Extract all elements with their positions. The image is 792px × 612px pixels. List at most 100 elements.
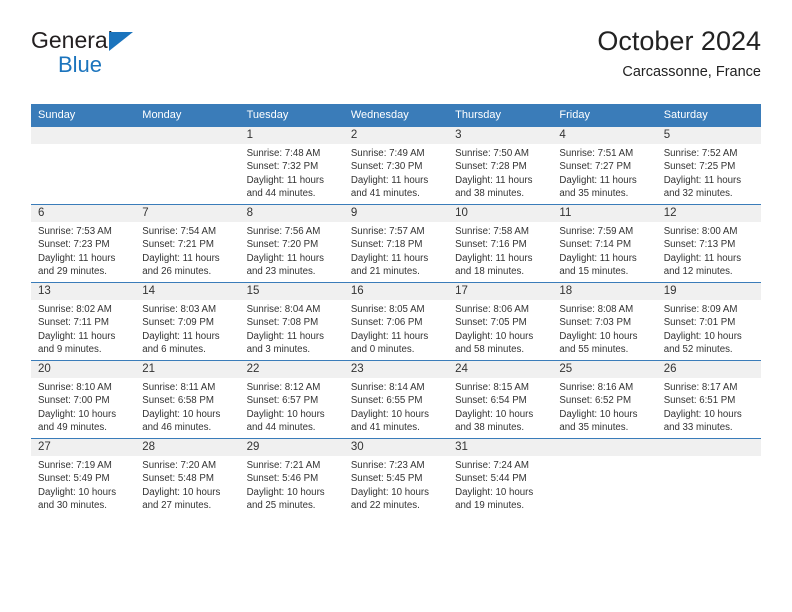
- calendar-day-cell[interactable]: 26 Sunrise: 8:17 AM Sunset: 6:51 PM Dayligh…: [656, 360, 761, 439]
- day-cell-content: 19 Sunrise: 8:09 AM Sunset: 7:01 PM Dayligh…: [656, 283, 761, 360]
- sunrise-text: Sunrise: 7:49 AM: [350, 148, 425, 159]
- calendar-week-row: 13 Sunrise: 8:02 AM Sunset: 7:11 PM Dayligh…: [31, 282, 761, 361]
- calendar-day-cell[interactable]: 29 Sunrise: 7:21 AM Sunset: 5:46 PM Dayligh…: [239, 438, 344, 517]
- calendar-day-cell[interactable]: 17 Sunrise: 8:06 AM Sunset: 7:05 PM Dayligh…: [448, 282, 553, 361]
- day-cell-content: 12 Sunrise: 8:00 AM Sunset: 7:13 PM Dayligh…: [656, 205, 761, 282]
- daylight-text: Daylight: 11 hours and 29 minutes.: [38, 252, 116, 277]
- calendar-day-cell[interactable]: [31, 126, 136, 205]
- day-cell-content: 30 Sunrise: 7:23 AM Sunset: 5:45 PM Dayligh…: [343, 439, 449, 517]
- calendar-day-cell[interactable]: 1 Sunrise: 7:48 AM Sunset: 7:32 PM Daylight…: [239, 126, 344, 205]
- sunrise-text: Sunrise: 7:24 AM: [455, 460, 529, 471]
- calendar-week-row: 1 Sunrise: 7:48 AM Sunset: 7:32 PM Daylight…: [31, 126, 761, 205]
- calendar-day-cell[interactable]: 14 Sunrise: 8:03 AM Sunset: 7:09 PM Dayligh…: [135, 282, 240, 361]
- calendar-day-cell[interactable]: 21 Sunrise: 8:11 AM Sunset: 6:58 PM Dayligh…: [135, 360, 240, 439]
- day-details: Sunrise: 8:11 AM Sunset: 6:58 PM Daylight:…: [135, 378, 239, 434]
- daylight-text: Daylight: 11 hours and 41 minutes.: [350, 174, 429, 199]
- day-cell-content: 27 Sunrise: 7:19 AM Sunset: 5:49 PM Dayligh…: [31, 439, 136, 517]
- calendar-week-row: 6 Sunrise: 7:53 AM Sunset: 7:23 PM Daylight…: [31, 204, 761, 283]
- daylight-text: Daylight: 11 hours and 3 minutes.: [246, 330, 324, 355]
- sunset-text: Sunset: 7:14 PM: [559, 239, 632, 251]
- day-number: 11: [552, 205, 657, 222]
- weekday-header-row: Sunday Monday Tuesday Wednesday Thursday…: [31, 104, 761, 127]
- calendar-day-cell[interactable]: 12 Sunrise: 8:00 AM Sunset: 7:13 PM Dayligh…: [656, 204, 761, 283]
- calendar-day-cell[interactable]: 15 Sunrise: 8:04 AM Sunset: 7:08 PM Dayligh…: [239, 282, 344, 361]
- day-cell-content: 23 Sunrise: 8:14 AM Sunset: 6:55 PM Dayligh…: [343, 361, 449, 438]
- calendar-day-cell[interactable]: 28 Sunrise: 7:20 AM Sunset: 5:48 PM Dayligh…: [135, 438, 240, 517]
- day-details: Sunrise: 7:56 AM Sunset: 7:20 PM Daylight:…: [240, 222, 344, 278]
- day-details: Sunrise: 8:05 AM Sunset: 7:06 PM Daylight:…: [344, 300, 448, 356]
- calendar-day-cell[interactable]: 4 Sunrise: 7:51 AM Sunset: 7:27 PM Daylight…: [552, 126, 657, 205]
- page-subtitle: Carcassonne, France: [622, 64, 761, 80]
- daylight-text: Daylight: 10 hours and 22 minutes.: [350, 486, 429, 511]
- day-cell-content: 17 Sunrise: 8:06 AM Sunset: 7:05 PM Dayligh…: [448, 283, 553, 360]
- daylight-text: Daylight: 10 hours and 30 minutes.: [38, 486, 117, 511]
- daylight-text: Daylight: 10 hours and 19 minutes.: [455, 486, 534, 511]
- calendar-day-cell[interactable]: 27 Sunrise: 7:19 AM Sunset: 5:49 PM Dayligh…: [31, 438, 136, 517]
- calendar-day-cell[interactable]: 13 Sunrise: 8:02 AM Sunset: 7:11 PM Dayligh…: [31, 282, 136, 361]
- daylight-text: Daylight: 11 hours and 32 minutes.: [663, 174, 742, 199]
- day-details: Sunrise: 7:20 AM Sunset: 5:48 PM Daylight:…: [135, 456, 239, 512]
- day-number: 29: [239, 439, 344, 456]
- daylight-text: Daylight: 11 hours and 9 minutes.: [38, 330, 116, 355]
- daylight-text: Daylight: 10 hours and 46 minutes.: [142, 408, 221, 433]
- calendar-day-cell[interactable]: 25 Sunrise: 8:16 AM Sunset: 6:52 PM Dayligh…: [552, 360, 657, 439]
- daylight-text: Daylight: 11 hours and 0 minutes.: [350, 330, 429, 355]
- calendar-day-cell[interactable]: 19 Sunrise: 8:09 AM Sunset: 7:01 PM Dayligh…: [656, 282, 761, 361]
- brand-logo[interactable]: General Blue: [31, 28, 291, 76]
- calendar-day-cell[interactable]: [135, 126, 240, 205]
- calendar-day-cell[interactable]: [552, 438, 657, 517]
- sunrise-text: Sunrise: 7:48 AM: [246, 148, 321, 159]
- calendar-day-cell[interactable]: 7 Sunrise: 7:54 AM Sunset: 7:21 PM Daylight…: [135, 204, 240, 283]
- sunrise-text: Sunrise: 8:16 AM: [559, 382, 634, 393]
- sunrise-text: Sunrise: 7:21 AM: [246, 460, 321, 471]
- day-number: 26: [656, 361, 761, 378]
- day-details: [552, 456, 656, 459]
- calendar-day-cell[interactable]: 3 Sunrise: 7:50 AM Sunset: 7:28 PM Daylight…: [448, 126, 553, 205]
- day-cell-content: 18 Sunrise: 8:08 AM Sunset: 7:03 PM Dayligh…: [552, 283, 657, 360]
- day-number: 2: [343, 127, 449, 144]
- calendar-day-cell[interactable]: 30 Sunrise: 7:23 AM Sunset: 5:45 PM Dayligh…: [343, 438, 449, 517]
- daylight-text: Daylight: 11 hours and 15 minutes.: [559, 252, 637, 277]
- sunset-text: Sunset: 6:52 PM: [559, 395, 632, 407]
- calendar-day-cell[interactable]: 11 Sunrise: 7:59 AM Sunset: 7:14 PM Dayligh…: [552, 204, 657, 283]
- daylight-text: Daylight: 11 hours and 12 minutes.: [663, 252, 742, 277]
- sunset-text: Sunset: 7:06 PM: [350, 317, 423, 329]
- weekday-header-sunday: Sunday: [31, 104, 136, 127]
- calendar-day-cell[interactable]: 10 Sunrise: 7:58 AM Sunset: 7:16 PM Dayligh…: [448, 204, 553, 283]
- calendar-body: 1 Sunrise: 7:48 AM Sunset: 7:32 PM Daylight…: [31, 126, 761, 517]
- calendar-day-cell[interactable]: 23 Sunrise: 8:14 AM Sunset: 6:55 PM Dayligh…: [343, 360, 449, 439]
- calendar-day-cell[interactable]: 5 Sunrise: 7:52 AM Sunset: 7:25 PM Daylight…: [656, 126, 761, 205]
- calendar-day-cell[interactable]: 16 Sunrise: 8:05 AM Sunset: 7:06 PM Dayligh…: [343, 282, 449, 361]
- calendar-day-cell[interactable]: 24 Sunrise: 8:15 AM Sunset: 6:54 PM Dayligh…: [448, 360, 553, 439]
- calendar-day-cell[interactable]: 2 Sunrise: 7:49 AM Sunset: 7:30 PM Daylight…: [343, 126, 449, 205]
- calendar-day-cell[interactable]: 8 Sunrise: 7:56 AM Sunset: 7:20 PM Daylight…: [239, 204, 344, 283]
- day-details: Sunrise: 7:51 AM Sunset: 7:27 PM Daylight:…: [552, 144, 656, 200]
- day-number: 10: [448, 205, 553, 222]
- weekday-header-saturday: Saturday: [656, 104, 761, 127]
- sunrise-text: Sunrise: 8:09 AM: [663, 304, 738, 315]
- calendar-day-cell[interactable]: [656, 438, 761, 517]
- daylight-text: Daylight: 11 hours and 21 minutes.: [350, 252, 429, 277]
- day-cell-content: 7 Sunrise: 7:54 AM Sunset: 7:21 PM Daylight…: [135, 205, 240, 282]
- day-number: 5: [656, 127, 761, 144]
- calendar-day-cell[interactable]: 22 Sunrise: 8:12 AM Sunset: 6:57 PM Dayligh…: [239, 360, 344, 439]
- day-number: 28: [135, 439, 240, 456]
- day-number: 1: [239, 127, 344, 144]
- day-details: Sunrise: 7:57 AM Sunset: 7:18 PM Daylight:…: [344, 222, 448, 278]
- day-details: Sunrise: 7:52 AM Sunset: 7:25 PM Daylight:…: [657, 144, 761, 200]
- calendar-day-cell[interactable]: 31 Sunrise: 7:24 AM Sunset: 5:44 PM Dayligh…: [448, 438, 553, 517]
- day-number: 23: [343, 361, 449, 378]
- day-cell-content: 31 Sunrise: 7:24 AM Sunset: 5:44 PM Dayligh…: [448, 439, 553, 517]
- calendar-day-cell[interactable]: 6 Sunrise: 7:53 AM Sunset: 7:23 PM Daylight…: [31, 204, 136, 283]
- day-number: 15: [239, 283, 344, 300]
- sunset-text: Sunset: 7:16 PM: [455, 239, 527, 251]
- day-cell-content: 28 Sunrise: 7:20 AM Sunset: 5:48 PM Dayligh…: [135, 439, 240, 517]
- calendar-day-cell[interactable]: 18 Sunrise: 8:08 AM Sunset: 7:03 PM Dayligh…: [552, 282, 657, 361]
- day-cell-content: 25 Sunrise: 8:16 AM Sunset: 6:52 PM Dayligh…: [552, 361, 657, 438]
- sunrise-text: Sunrise: 7:59 AM: [559, 226, 634, 237]
- sunset-text: Sunset: 7:18 PM: [350, 239, 423, 251]
- calendar-day-cell[interactable]: 9 Sunrise: 7:57 AM Sunset: 7:18 PM Daylight…: [343, 204, 449, 283]
- weekday-header-monday: Monday: [135, 104, 240, 127]
- calendar-day-cell[interactable]: 20 Sunrise: 8:10 AM Sunset: 7:00 PM Dayligh…: [31, 360, 136, 439]
- day-cell-content: 13 Sunrise: 8:02 AM Sunset: 7:11 PM Dayligh…: [31, 283, 136, 360]
